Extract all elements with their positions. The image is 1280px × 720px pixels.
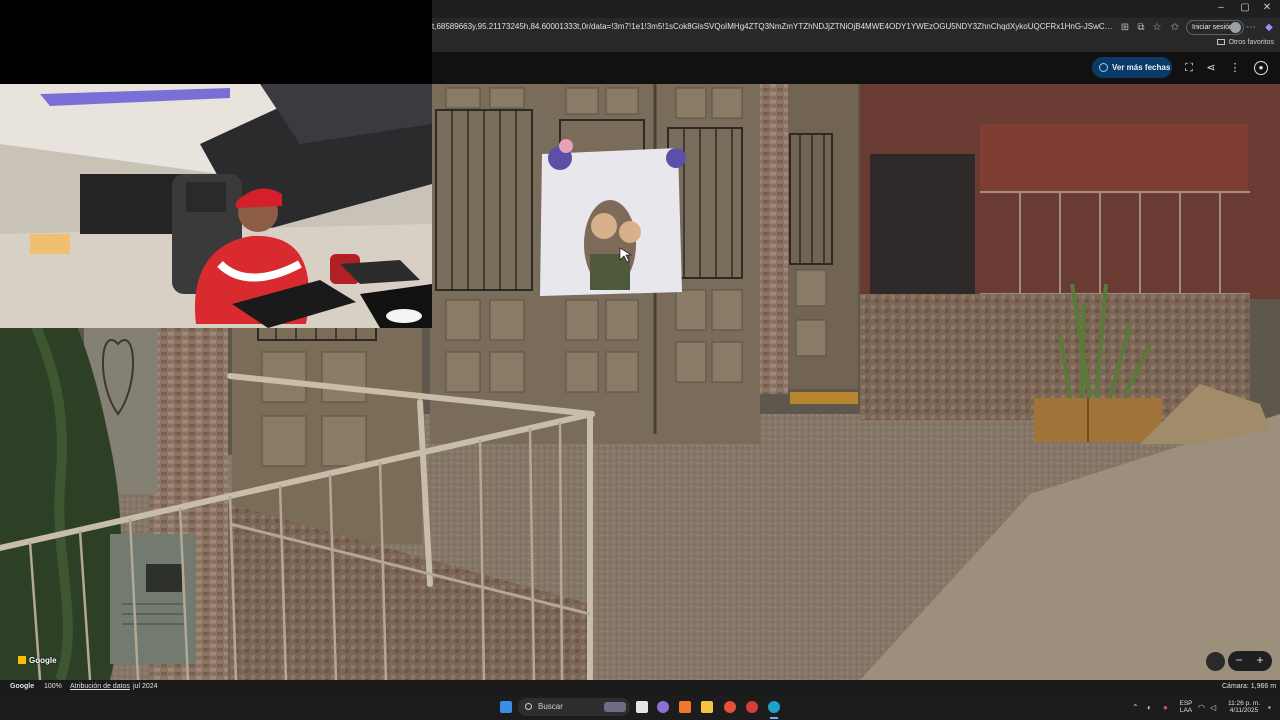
birthday-poster xyxy=(540,139,686,296)
map-footer: Google 100% Atribución de datos jul 2024… xyxy=(0,680,1280,694)
clock-time: 11:26 p. m. xyxy=(1227,700,1261,707)
copilot-icon[interactable]: ◆ xyxy=(1262,21,1276,35)
account-icon[interactable]: ● xyxy=(1254,61,1268,75)
tray-chevron-icon[interactable]: ⌃ xyxy=(1132,703,1139,712)
zoom-out-button[interactable]: − xyxy=(1230,653,1248,667)
sign-in-label: Iniciar sesión xyxy=(1192,24,1233,31)
fullscreen-icon[interactable]: ⛶ xyxy=(1182,61,1196,75)
capture-date: jul 2024 xyxy=(133,683,158,690)
avatar-icon xyxy=(1230,22,1241,33)
chrome-app-icon[interactable] xyxy=(724,701,736,713)
zoom-control: − + xyxy=(1228,651,1272,671)
taskbar-search-label: Buscar xyxy=(538,702,563,711)
maximize-button[interactable]: ▢ xyxy=(1234,2,1256,13)
language-code: ESP xyxy=(1179,700,1193,707)
install-app-icon[interactable]: ⊞ xyxy=(1118,21,1132,35)
vlc-app-icon[interactable] xyxy=(679,701,691,713)
sign-in-button[interactable]: Iniciar sesión xyxy=(1186,20,1244,35)
chrome-profile-icon[interactable] xyxy=(746,701,758,713)
task-view-icon[interactable] xyxy=(636,701,648,713)
language-indicator[interactable]: ESP LAA xyxy=(1178,700,1194,714)
other-bookmarks-label: Otros favoritos xyxy=(1228,39,1274,46)
bookmarks-bar: Otros favoritos xyxy=(432,38,1280,52)
clock-date: 4/11/2025 xyxy=(1229,707,1259,714)
history-clock-icon xyxy=(1099,63,1108,72)
camera-distance: Cámara: 1,966 m xyxy=(1222,683,1277,690)
bookmark-star-icon[interactable]: ☆ xyxy=(1150,21,1164,35)
open-in-app-icon[interactable]: ⧉ xyxy=(1134,21,1148,35)
webcam-drawing xyxy=(0,84,432,328)
url-field[interactable]: t,68589663y,95.21173245h,84.60001333t,0r… xyxy=(432,22,1116,35)
microphone-icon[interactable]: ● xyxy=(1163,703,1168,712)
footer-zoom-level[interactable]: 100% xyxy=(44,683,62,690)
other-bookmarks-folder[interactable]: Otros favoritos xyxy=(1217,39,1274,46)
edge-app-icon[interactable] xyxy=(768,701,780,713)
search-icon xyxy=(525,703,532,710)
google-watermark-label: Google xyxy=(29,656,57,665)
extensions-star-icon[interactable]: ✩ xyxy=(1168,21,1182,35)
footer-google-logo: Google xyxy=(10,683,35,690)
zoom-in-button[interactable]: + xyxy=(1251,653,1269,667)
google-watermark: Google xyxy=(18,656,57,665)
screen: – ▢ ✕ t,68589663y,95.21173245h,84.600013… xyxy=(0,0,1280,720)
more-options-icon[interactable]: ⋮ xyxy=(1228,61,1242,75)
notifications-icon[interactable]: ▪ xyxy=(1268,703,1271,712)
language-sub: LAA xyxy=(1179,707,1193,714)
more-dates-label: Ver más fechas xyxy=(1112,63,1171,72)
clock[interactable]: 11:26 p. m. 4/11/2025 xyxy=(1222,700,1266,714)
data-attribution-link[interactable]: Atribución de datos xyxy=(70,683,130,690)
active-app-indicator xyxy=(770,717,778,719)
pegman-icon[interactable] xyxy=(1206,652,1225,671)
windows-start-icon[interactable] xyxy=(500,701,512,713)
windows-taskbar: Buscar ⌃ ◐ ● ESP LAA ◠ ◁ 11:26 p. m. 4/1… xyxy=(0,694,1280,720)
google-logo-icon xyxy=(18,656,26,664)
address-bar: t,68589663y,95.21173245h,84.60001333t,0r… xyxy=(432,18,1280,38)
more-dates-button[interactable]: Ver más fechas xyxy=(1092,57,1172,78)
browser-titlebar: – ▢ ✕ xyxy=(432,0,1280,18)
close-window-button[interactable]: ✕ xyxy=(1256,2,1278,13)
folder-icon xyxy=(1217,39,1226,45)
search-highlight-icon xyxy=(604,702,626,712)
minimize-button[interactable]: – xyxy=(1210,2,1232,13)
wifi-icon[interactable]: ◠ xyxy=(1198,703,1205,712)
file-explorer-icon[interactable] xyxy=(701,701,713,713)
webcam-overlay xyxy=(0,84,432,328)
streetview-header: Ver más fechas ⛶ ⋖ ⋮ ● xyxy=(432,52,1280,84)
menu-dots-icon[interactable]: ⋯ xyxy=(1244,21,1258,35)
copilot-app-icon[interactable] xyxy=(657,701,669,713)
tray-app-icon[interactable]: ◐ xyxy=(1147,703,1152,712)
taskbar-search[interactable]: Buscar xyxy=(518,698,630,716)
volume-icon[interactable]: ◁ xyxy=(1210,703,1216,712)
share-icon[interactable]: ⋖ xyxy=(1204,61,1218,75)
streetview-panorama[interactable] xyxy=(0,84,1280,680)
